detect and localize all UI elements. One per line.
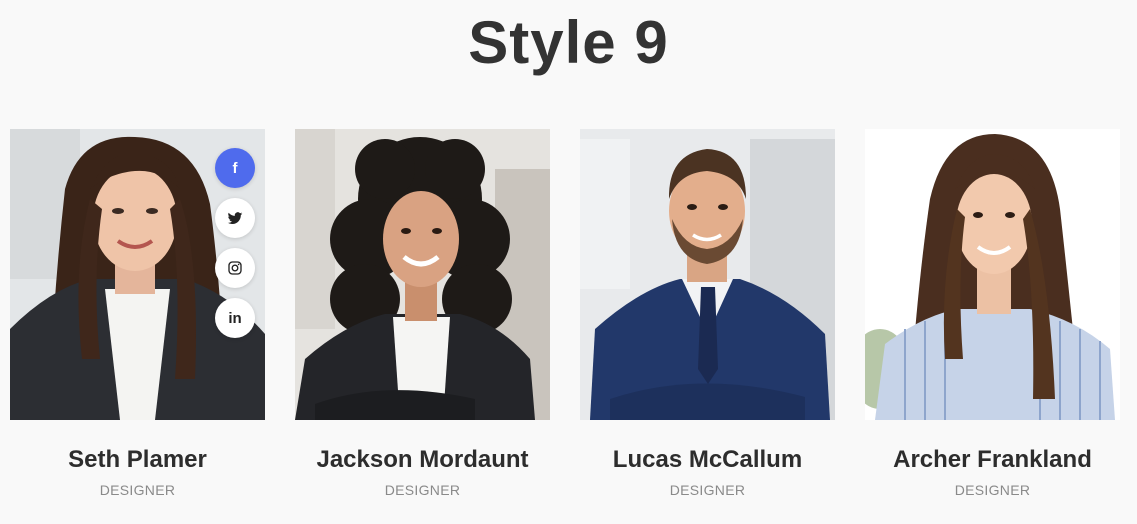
team-card[interactable]: f in Seth Plamer DESIGNER <box>10 129 265 498</box>
facebook-glyph: f <box>232 159 238 177</box>
man-suit-portrait-image <box>580 129 835 420</box>
instagram-icon[interactable] <box>215 248 255 288</box>
member-name: Jackson Mordaunt <box>316 446 529 473</box>
member-photo: f in <box>10 129 265 420</box>
member-name: Archer Frankland <box>893 446 1092 473</box>
instagram-icon-shape <box>228 261 242 275</box>
member-photo <box>865 129 1120 420</box>
woman-curly-hair-portrait-image <box>295 129 550 420</box>
member-role: DESIGNER <box>669 482 746 498</box>
member-name: Seth Plamer <box>68 446 207 473</box>
social-links: f in <box>215 148 255 338</box>
linkedin-glyph: in <box>228 309 242 327</box>
member-role: DESIGNER <box>384 482 461 498</box>
member-photo <box>580 129 835 420</box>
member-role: DESIGNER <box>99 482 176 498</box>
member-name: Lucas McCallum <box>612 446 803 473</box>
team-grid: f in Seth Plamer DESIGNER Jackson Mordau… <box>10 129 1120 499</box>
twitter-icon-shape <box>227 212 243 225</box>
page-title: Style 9 <box>468 9 669 76</box>
linkedin-icon[interactable]: in <box>215 298 255 338</box>
member-photo <box>295 129 550 420</box>
facebook-icon[interactable]: f <box>215 148 255 188</box>
team-card[interactable]: Lucas McCallum DESIGNER <box>580 129 835 498</box>
woman-striped-shirt-portrait-image <box>865 129 1120 420</box>
twitter-icon[interactable] <box>215 198 255 238</box>
team-card[interactable]: Archer Frankland DESIGNER <box>865 129 1120 498</box>
member-role: DESIGNER <box>954 482 1031 498</box>
team-card[interactable]: Jackson Mordaunt DESIGNER <box>295 129 550 498</box>
